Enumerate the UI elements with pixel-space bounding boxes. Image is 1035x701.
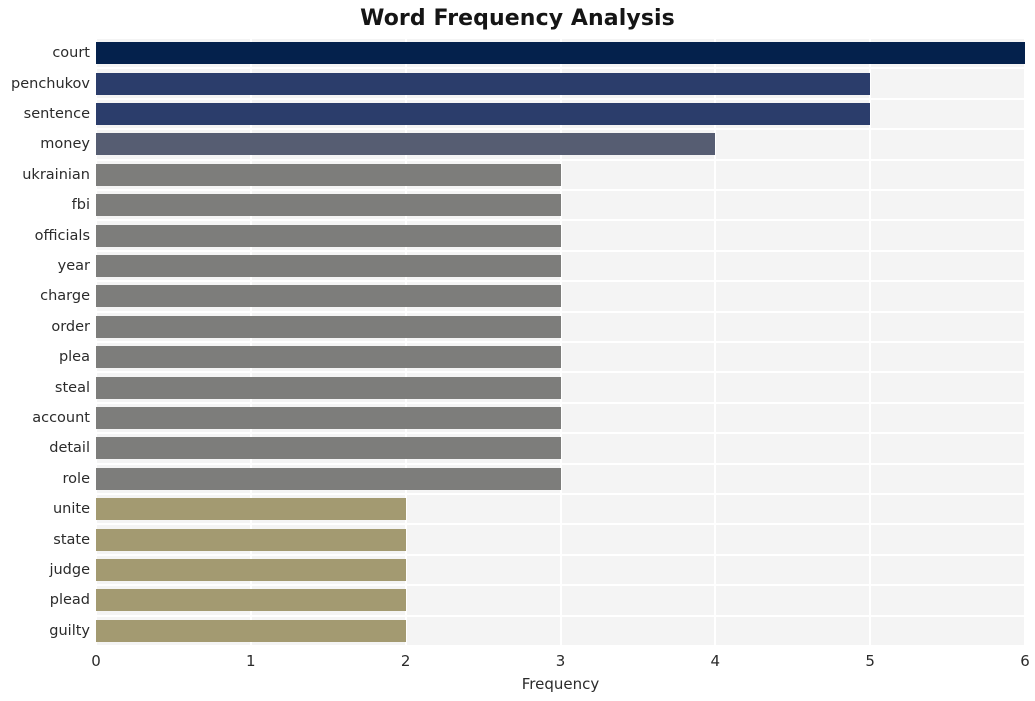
bar (96, 194, 561, 217)
y-gridline-15 (96, 493, 1025, 495)
y-tick-label: role (62, 470, 90, 487)
y-gridline-10 (96, 341, 1025, 343)
y-gridline-7 (96, 249, 1025, 252)
bar (96, 255, 561, 277)
bar (96, 619, 406, 642)
bar (96, 498, 406, 521)
y-axis-tick-labels: court penchukov sentence money ukrainian fbi o… (0, 38, 90, 646)
y-tick-label: order (51, 318, 90, 335)
plot-area (96, 38, 1025, 646)
y-gridline-2 (96, 97, 1025, 100)
chart-title: Word Frequency Analysis (360, 6, 675, 31)
x-tick-label: 2 (400, 652, 411, 670)
y-tick-label: court (52, 45, 90, 62)
x-axis-label: Frequency (521, 675, 600, 693)
y-gridline-17 (96, 553, 1025, 556)
y-gridline-4 (96, 158, 1025, 161)
y-tick-label: sentence (23, 106, 90, 122)
y-tick-label: account (32, 410, 90, 426)
y-gridline-9 (96, 310, 1025, 313)
y-tick-label: fbi (71, 197, 90, 214)
y-gridline-1 (96, 67, 1025, 70)
x-tick-label: 0 (91, 652, 101, 670)
y-tick-label: judge (49, 562, 90, 578)
y-tick-label: charge (40, 288, 90, 305)
bar (96, 346, 561, 369)
y-gridline-20 (96, 645, 1025, 646)
y-tick-label: steal (54, 379, 90, 396)
bar (96, 72, 871, 95)
y-gridline-11 (96, 371, 1025, 374)
word-frequency-chart: Word Frequency Analysis court penchukov se… (0, 0, 1035, 701)
y-tick-label: plead (49, 592, 90, 609)
bar (96, 315, 561, 338)
y-gridline-16 (96, 523, 1025, 526)
bar (96, 437, 561, 460)
bar (96, 467, 561, 490)
bar (96, 285, 561, 308)
bar (96, 376, 561, 399)
bar (96, 528, 406, 551)
bar (96, 103, 871, 125)
y-tick-label: plea (58, 349, 90, 366)
x-axis-tick-labels: 0 1 2 3 4 5 6 (0, 652, 1035, 676)
y-gridline-5 (96, 189, 1025, 191)
y-tick-label: officials (34, 227, 90, 244)
y-gridline-8 (96, 280, 1025, 283)
bar (96, 589, 406, 612)
y-gridline-6 (96, 219, 1025, 222)
y-tick-label: money (40, 136, 90, 153)
bar (96, 42, 1025, 65)
bar (96, 163, 561, 186)
y-tick-label: penchukov (11, 75, 90, 92)
x-tick-label: 1 (246, 652, 256, 670)
x-tick-label: 3 (555, 652, 566, 670)
y-tick-label: guilty (49, 622, 90, 639)
y-tick-label: ukrainian (22, 166, 90, 183)
y-gridline-12 (96, 401, 1025, 404)
y-tick-label: state (53, 531, 90, 548)
y-gridline-14 (96, 462, 1025, 465)
y-tick-label: unite (52, 501, 90, 518)
y-gridline-3 (96, 128, 1025, 131)
x-tick-label: 4 (710, 652, 721, 670)
y-tick-label: year (57, 258, 90, 274)
x-tick-label: 6 (1020, 652, 1030, 670)
bar (96, 133, 716, 156)
bar (96, 224, 561, 247)
x-tick-label: 5 (865, 652, 875, 670)
y-tick-label: detail (49, 440, 90, 457)
bar (96, 407, 561, 429)
y-gridline-19 (96, 614, 1025, 617)
y-gridline-13 (96, 432, 1025, 435)
y-gridline-18 (96, 584, 1025, 587)
y-gridline-0 (96, 38, 1025, 39)
bar (96, 559, 406, 581)
